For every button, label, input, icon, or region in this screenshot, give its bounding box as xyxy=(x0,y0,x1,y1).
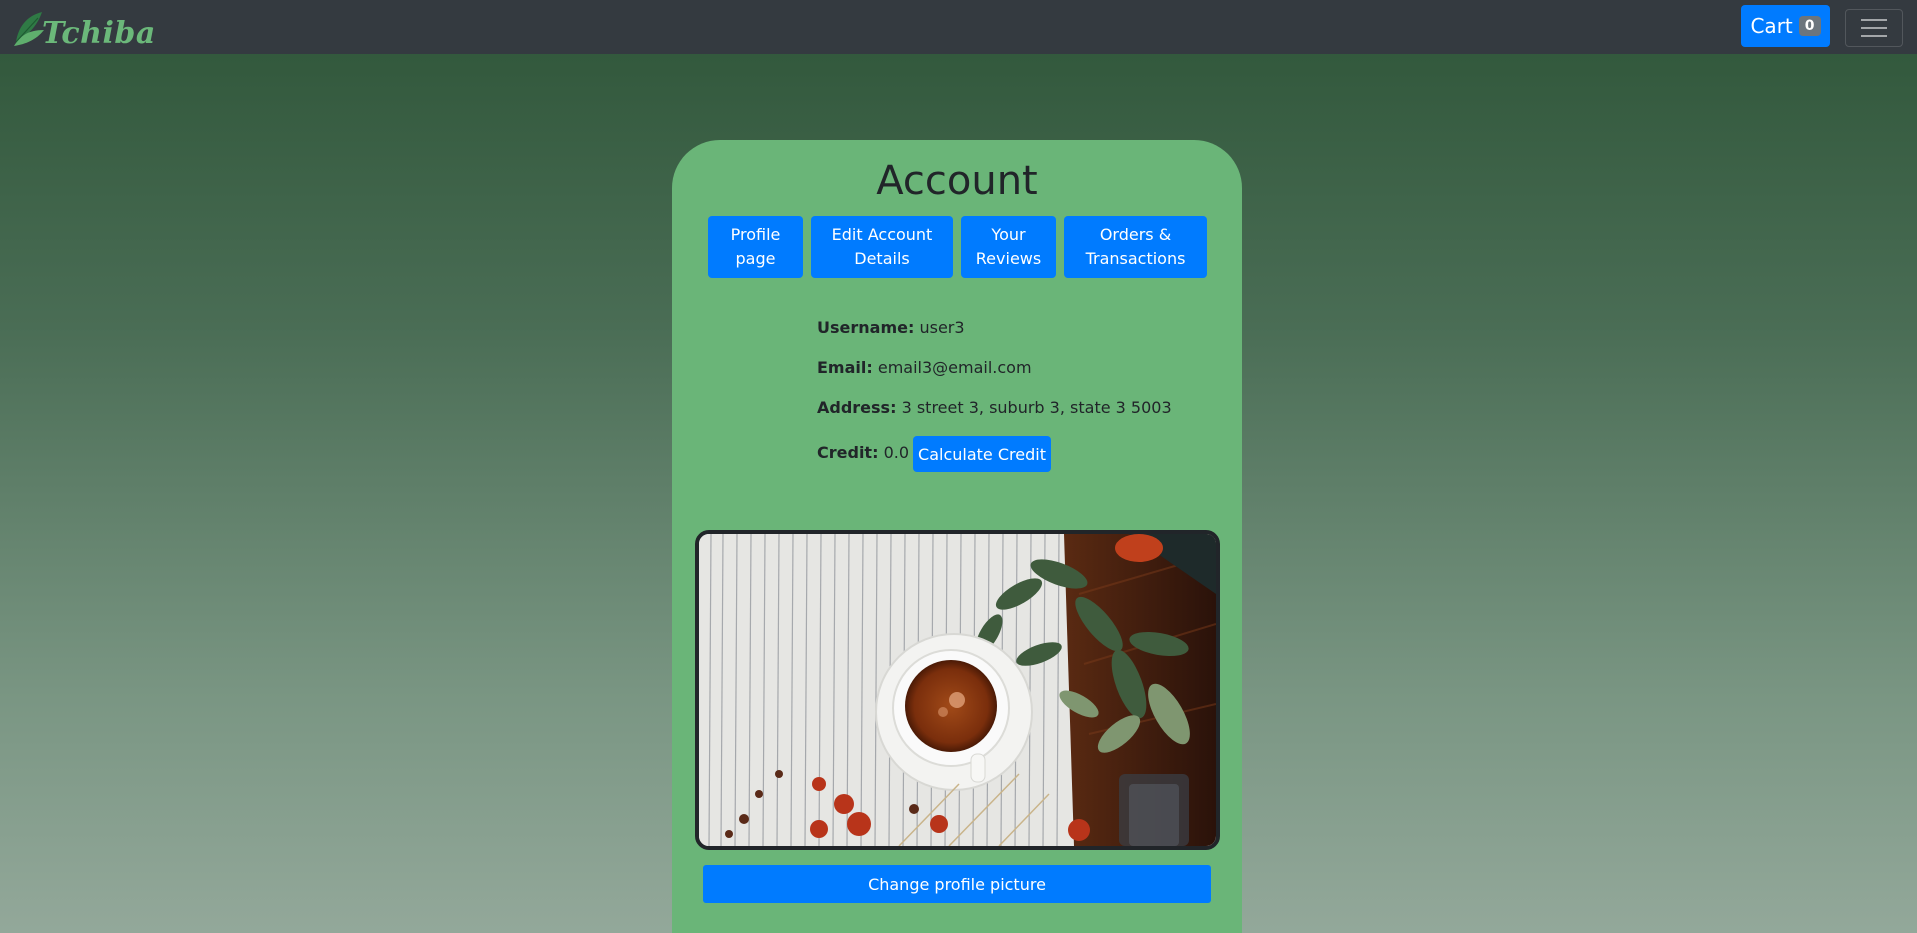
cart-count-badge: 0 xyxy=(1798,16,1821,36)
username-value: user3 xyxy=(919,318,965,337)
tea-photo-image xyxy=(699,534,1216,846)
your-reviews-button[interactable]: Your Reviews xyxy=(961,216,1056,278)
orders-transactions-button[interactable]: Orders & Transactions xyxy=(1064,216,1207,278)
profile-page-button[interactable]: Profile page xyxy=(708,216,803,278)
brand-logo[interactable]: Tchiba xyxy=(12,6,156,51)
leaf-icon xyxy=(14,12,44,46)
navbar: Tchiba Cart 0 xyxy=(0,0,1917,54)
credit-row: Credit: 0.0 // xyxy=(817,443,925,462)
hamburger-icon-line xyxy=(1861,19,1887,21)
brand-name: Tchiba xyxy=(42,15,156,51)
email-value: email3@email.com xyxy=(877,358,1032,377)
address-value: 3 street 3, suburb 3, state 3 5003 xyxy=(901,398,1172,417)
hamburger-icon-line xyxy=(1861,35,1887,37)
change-profile-picture-button[interactable]: Change profile picture xyxy=(703,865,1211,903)
email-label: Email: xyxy=(817,358,873,377)
email-row: Email: email3@email.com xyxy=(817,358,1032,377)
calculate-credit-button[interactable]: Calculate Credit xyxy=(913,436,1051,472)
username-row: Username: user3 xyxy=(817,318,965,337)
address-row: Address: 3 street 3, suburb 3, state 3 5… xyxy=(817,398,1172,417)
page-title: Account xyxy=(876,158,1038,204)
hamburger-icon-line xyxy=(1861,27,1887,29)
credit-label: Credit: xyxy=(817,443,879,462)
cart-label: Cart xyxy=(1750,14,1793,38)
account-card: Account Profile page Edit Account Detail… xyxy=(672,140,1242,933)
profile-picture xyxy=(695,530,1220,850)
cart-button[interactable]: Cart 0 xyxy=(1741,5,1830,47)
edit-account-details-button[interactable]: Edit Account Details xyxy=(811,216,953,278)
address-label: Address: xyxy=(817,398,897,417)
username-label: Username: xyxy=(817,318,915,337)
menu-toggle-button[interactable] xyxy=(1845,9,1903,47)
